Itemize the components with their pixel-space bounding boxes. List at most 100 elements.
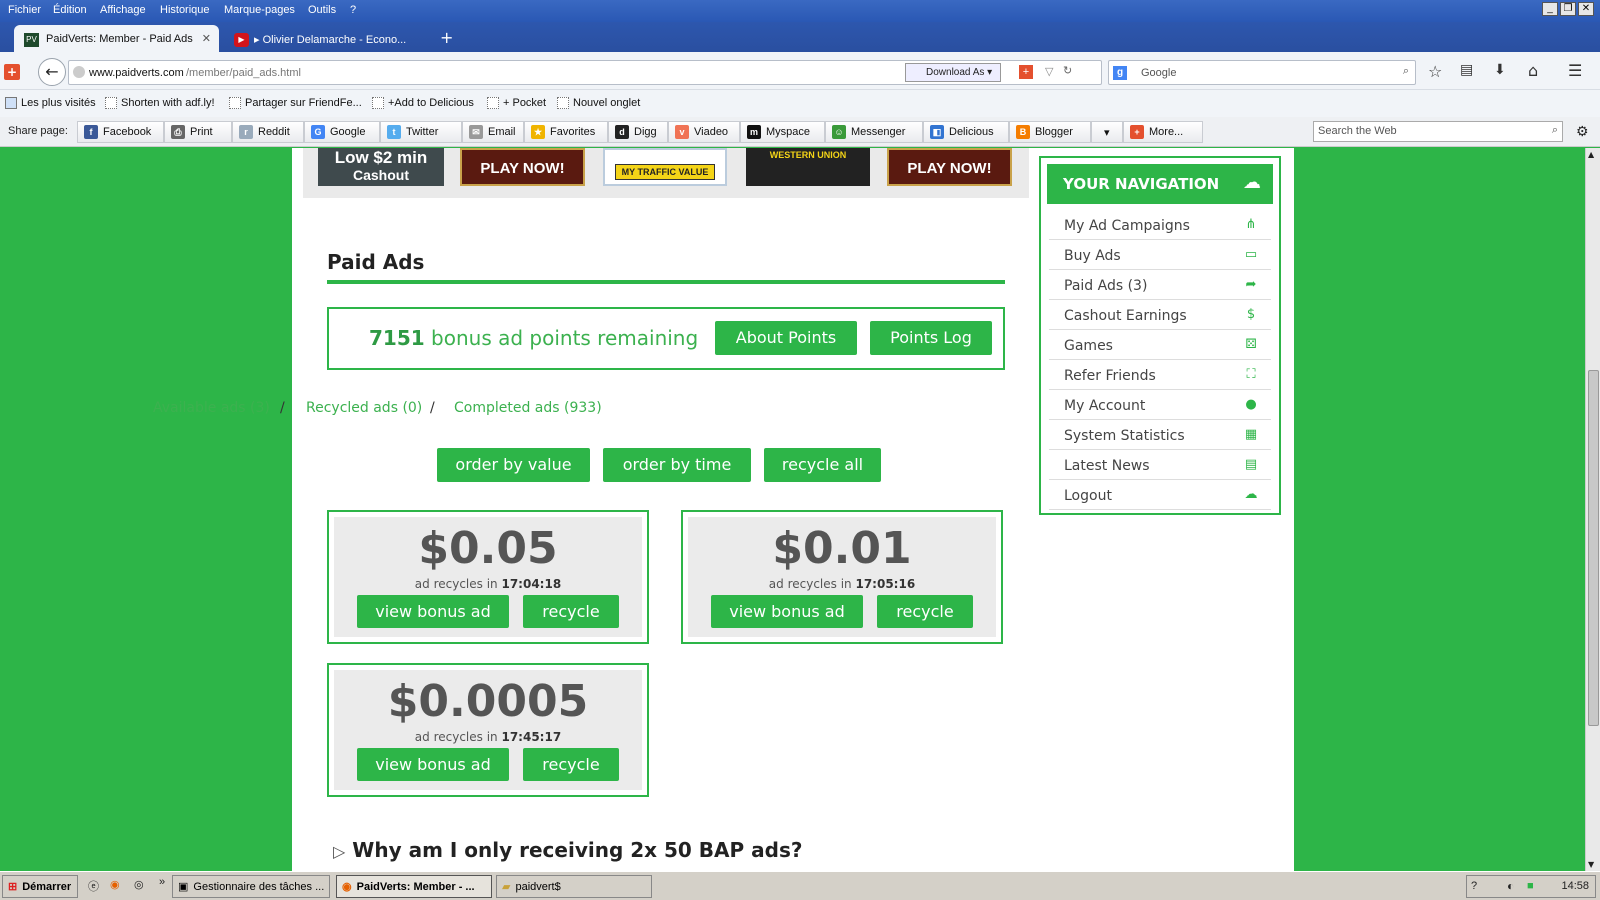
tab-close-icon[interactable]: ✕ (202, 32, 211, 45)
sidebar-item-logout[interactable]: Logout ☁ (1049, 480, 1271, 510)
bookmarks-list-icon[interactable]: ▤ (1460, 62, 1473, 78)
reload-icon[interactable]: ↻ (1063, 64, 1072, 77)
share-print[interactable]: ⎙ Print (164, 121, 232, 143)
about-points-button[interactable]: About Points (715, 321, 857, 355)
view-bonus-ad-button[interactable]: view bonus ad (357, 595, 509, 628)
close-icon[interactable]: ✕ (1578, 2, 1594, 16)
menu-historique[interactable]: Historique (160, 4, 210, 16)
bookmark-pocket[interactable]: + Pocket (487, 97, 546, 109)
scroll-up-icon[interactable]: ▲ (1588, 150, 1594, 159)
available-ads-link[interactable]: Available ads (3) (153, 400, 270, 416)
sidebar-item-games[interactable]: Games ⚄ (1049, 330, 1271, 360)
network-status-icon[interactable]: ■ (1527, 880, 1534, 892)
banner-play-now[interactable]: PLAY NOW! (887, 148, 1012, 186)
restore-icon[interactable]: ❐ (1560, 2, 1576, 16)
share-more-dropdown[interactable]: ▾ (1091, 121, 1123, 143)
recycle-button[interactable]: recycle (523, 595, 619, 628)
menu-affichage[interactable]: Affichage (100, 4, 146, 16)
new-tab-icon[interactable]: + (440, 28, 453, 47)
recycled-ads-link[interactable]: Recycled ads (0) (306, 400, 422, 416)
tab-paidverts[interactable]: PV PaidVerts: Member - Paid Ads ✕ (14, 25, 219, 52)
share-reddit[interactable]: r Reddit (232, 121, 304, 143)
sidebar-item-refer-friends[interactable]: Refer Friends ⛶ (1049, 360, 1271, 390)
faq-question[interactable]: ▷ Why am I only receiving 2x 50 BAP ads? (333, 838, 802, 862)
url-bar[interactable]: www.paidverts.com /member/paid_ads.html … (68, 60, 1102, 85)
share-myspace[interactable]: m Myspace (740, 121, 825, 143)
share-delicious[interactable]: ◧ Delicious (923, 121, 1009, 143)
download-icon[interactable]: ⬇ (1494, 62, 1506, 78)
start-button[interactable]: ⊞ Démarrer (2, 875, 78, 898)
view-bonus-ad-button[interactable]: view bonus ad (711, 595, 863, 628)
menu-marque-pages[interactable]: Marque-pages (224, 4, 295, 16)
scroll-down-icon[interactable]: ▼ (1588, 860, 1594, 869)
task-folder[interactable]: ▰ paidvert$ (496, 875, 652, 898)
sidebar-item-paid-ads[interactable]: Paid Ads (3) ➦ (1049, 270, 1271, 300)
menu-fichier[interactable]: Fichier (8, 4, 41, 16)
bookmark-friendfeed[interactable]: Partager sur FriendFe... (229, 97, 362, 109)
points-log-button[interactable]: Points Log (870, 321, 992, 355)
dropdown-icon[interactable]: ▽ (1045, 65, 1053, 78)
bookmark-star-icon[interactable]: ☆ (1428, 62, 1442, 81)
sidebar-item-my-account[interactable]: My Account ● (1049, 390, 1271, 420)
shield-icon[interactable]: ◐ (1507, 879, 1514, 893)
search-bar[interactable]: g Google ⌕ (1108, 60, 1416, 85)
menu-help[interactable]: ? (350, 4, 356, 16)
share-facebook[interactable]: f Facebook (77, 121, 164, 143)
share-messenger[interactable]: ☺ Messenger (825, 121, 923, 143)
gear-icon[interactable]: ⚙ (1576, 123, 1589, 140)
sidebar-item-statistics[interactable]: System Statistics ▦ (1049, 420, 1271, 450)
sidebar-item-buy-ads[interactable]: Buy Ads ▭ (1049, 240, 1271, 270)
help-icon[interactable]: ? (1471, 880, 1477, 892)
bookmark-adfly[interactable]: Shorten with adf.ly! (105, 97, 215, 109)
share-digg[interactable]: d Digg (608, 121, 668, 143)
recycle-all-button[interactable]: recycle all (764, 448, 881, 482)
add-icon[interactable]: + (1019, 65, 1033, 79)
sidebar-item-latest-news[interactable]: Latest News ▤ (1049, 450, 1271, 480)
search-icon[interactable]: ⌕ (1552, 124, 1558, 137)
sidebar-item-cashout[interactable]: Cashout Earnings $ (1049, 300, 1271, 330)
share-email[interactable]: ✉ Email (462, 121, 524, 143)
scrollbar-thumb[interactable] (1588, 370, 1599, 726)
addon-plus-icon[interactable]: + (4, 64, 20, 80)
download-as-button[interactable]: Download As ▾ (905, 63, 1001, 82)
minimize-icon[interactable]: _ (1542, 2, 1558, 16)
back-icon[interactable]: ← (38, 58, 66, 86)
view-bonus-ad-button[interactable]: view bonus ad (357, 748, 509, 781)
recycle-button[interactable]: recycle (523, 748, 619, 781)
chrome-quicklaunch-icon[interactable]: ◎ (134, 878, 144, 891)
order-by-time-button[interactable]: order by time (603, 448, 751, 482)
bookmark-most-visited[interactable]: Les plus visités (5, 97, 96, 109)
more-quicklaunch-icon[interactable]: » (159, 876, 165, 888)
page-scrollbar[interactable]: ▲ ▼ (1585, 148, 1600, 871)
share-favorites[interactable]: ★ Favorites (524, 121, 608, 143)
banner-low-cashout[interactable]: Low $2 min Cashout (318, 148, 444, 186)
share-more[interactable]: + More... (1123, 121, 1203, 143)
google-icon[interactable]: g (1113, 66, 1127, 80)
menu-icon[interactable]: ☰ (1568, 61, 1582, 80)
bookmark-delicious[interactable]: +Add to Delicious (372, 97, 474, 109)
web-search-input[interactable]: Search the Web ⌕ (1313, 121, 1563, 142)
completed-ads-link[interactable]: Completed ads (933) (454, 400, 602, 416)
share-google[interactable]: G Google (304, 121, 380, 143)
task-paidverts[interactable]: ◉ PaidVerts: Member - ... (336, 875, 492, 898)
bookmark-new-tab[interactable]: Nouvel onglet (557, 97, 640, 109)
search-icon[interactable]: ⌕ (1403, 65, 1409, 78)
ie-quicklaunch-icon[interactable]: ⓔ (88, 878, 99, 894)
recycle-button[interactable]: recycle (877, 595, 973, 628)
banner-western-union[interactable]: WESTERN UNION (746, 148, 870, 186)
ad-value: $0.01 (772, 523, 912, 574)
share-twitter[interactable]: t Twitter (380, 121, 462, 143)
task-task-manager[interactable]: ▣ Gestionnaire des tâches ... (172, 875, 330, 898)
sidebar-item-ad-campaigns[interactable]: My Ad Campaigns ⋔ (1049, 210, 1271, 240)
firefox-quicklaunch-icon[interactable]: ◉ (110, 878, 120, 891)
menu-outils[interactable]: Outils (308, 4, 336, 16)
home-icon[interactable]: ⌂ (1528, 61, 1538, 80)
order-by-value-button[interactable]: order by value (437, 448, 590, 482)
cash-icon: ▭ (1244, 247, 1258, 262)
menu-edition[interactable]: Édition (53, 4, 87, 16)
share-blogger[interactable]: B Blogger (1009, 121, 1091, 143)
tab-youtube[interactable]: ▶ ▸ Olivier Delamarche - Econo... (228, 25, 433, 52)
share-viadeo[interactable]: v Viadeo (668, 121, 740, 143)
banner-traffic-value[interactable]: MY TRAFFIC VALUE (603, 148, 727, 186)
banner-play-now[interactable]: PLAY NOW! (460, 148, 585, 186)
